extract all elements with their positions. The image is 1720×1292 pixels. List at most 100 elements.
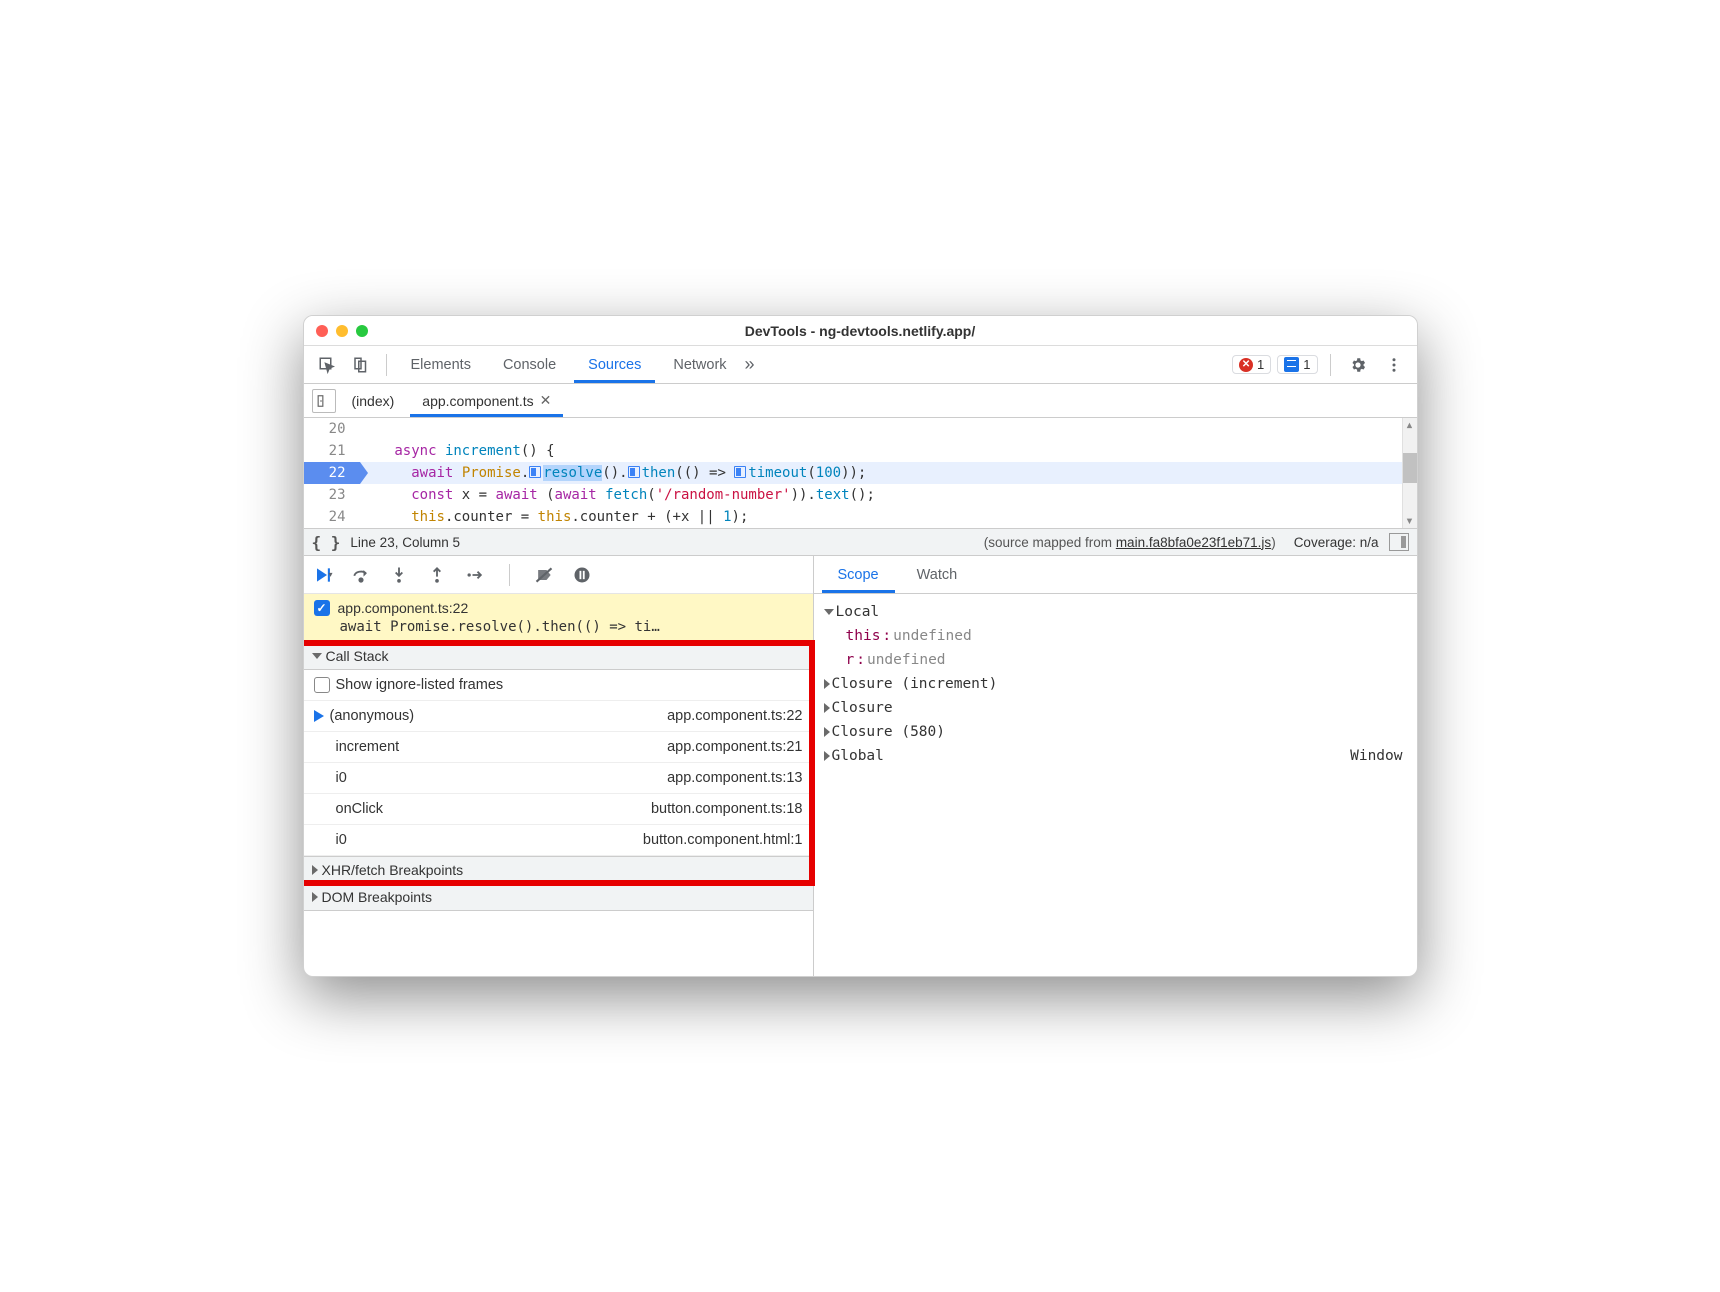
- paused-code-preview: await Promise.resolve().then(() => ti…: [314, 616, 803, 635]
- scrollbar-thumb[interactable]: [1403, 453, 1417, 483]
- step-marker-icon: [734, 466, 746, 478]
- section-xhr-breakpoints[interactable]: XHR/fetch Breakpoints: [304, 856, 813, 884]
- show-sidebar-icon[interactable]: [1389, 533, 1409, 551]
- message-icon: [1284, 357, 1299, 372]
- pause-on-exceptions-icon[interactable]: [572, 565, 592, 585]
- current-frame-arrow-icon: [314, 710, 324, 722]
- minimize-icon[interactable]: [336, 325, 348, 337]
- scope-var[interactable]: r: undefined: [818, 648, 1413, 672]
- more-tabs-chevron-icon[interactable]: »: [745, 351, 755, 379]
- separator: [509, 564, 510, 586]
- tab-sources[interactable]: Sources: [574, 346, 655, 383]
- close-icon[interactable]: ✕: [540, 392, 552, 409]
- file-tab-label: app.component.ts: [422, 393, 533, 409]
- chevron-down-icon: [824, 609, 834, 615]
- messages-badge[interactable]: 1: [1277, 355, 1317, 374]
- step-over-icon[interactable]: [351, 565, 371, 585]
- chevron-right-icon: [824, 679, 830, 689]
- line-number[interactable]: 20: [304, 418, 360, 440]
- scope-var[interactable]: this: undefined: [818, 624, 1413, 648]
- code-line[interactable]: const x = await (await fetch('/random-nu…: [360, 484, 1417, 506]
- scope-closure[interactable]: Closure (increment): [818, 672, 1413, 696]
- call-stack-frame[interactable]: i0 app.component.ts:13: [304, 763, 813, 794]
- source-map-info: (source mapped from main.fa8bfa0e23f1eb7…: [470, 535, 1276, 550]
- frame-function: i0: [336, 832, 637, 848]
- editor-scrollbar[interactable]: ▴ ▾: [1402, 418, 1417, 528]
- tab-scope[interactable]: Scope: [822, 556, 895, 593]
- cursor-position: Line 23, Column 5: [350, 535, 460, 550]
- show-ignore-listed-toggle[interactable]: Show ignore-listed frames: [304, 670, 813, 701]
- source-map-link[interactable]: main.fa8bfa0e23f1eb71.js: [1116, 535, 1271, 550]
- scope-global-value: Window: [1350, 744, 1412, 768]
- scroll-down-icon[interactable]: ▾: [1403, 514, 1417, 528]
- section-call-stack[interactable]: Call Stack: [304, 642, 813, 670]
- tab-console[interactable]: Console: [489, 346, 570, 383]
- scope-local[interactable]: Local: [818, 600, 1413, 624]
- step-out-icon[interactable]: [427, 565, 447, 585]
- scope-watch-tabstrip: Scope Watch: [814, 556, 1417, 594]
- call-stack-frame[interactable]: onClick button.component.ts:18: [304, 794, 813, 825]
- errors-badge[interactable]: ✕ 1: [1232, 355, 1271, 374]
- code-line[interactable]: this.counter = this.counter + (+x || 1);: [360, 506, 1417, 528]
- frame-location[interactable]: app.component.ts:13: [667, 770, 802, 786]
- separator: [1330, 354, 1331, 376]
- paused-at-location[interactable]: app.component.ts:22: [338, 600, 469, 616]
- step-marker-icon: [628, 466, 640, 478]
- line-number[interactable]: 23: [304, 484, 360, 506]
- coverage-status: Coverage: n/a: [1286, 535, 1379, 550]
- show-navigator-icon[interactable]: [312, 389, 336, 413]
- frame-location[interactable]: app.component.ts:21: [667, 739, 802, 755]
- separator: [386, 354, 387, 376]
- frame-function: increment: [336, 739, 662, 755]
- main-toolbar: Elements Console Sources Network » ✕ 1 1: [304, 346, 1417, 384]
- error-icon: ✕: [1239, 358, 1253, 372]
- breakpoint-checkbox[interactable]: [314, 600, 330, 616]
- inspect-element-icon[interactable]: [312, 351, 342, 379]
- pretty-print-icon[interactable]: { }: [312, 533, 341, 552]
- code-editor[interactable]: 20 21 async increment() { 22 await Promi…: [304, 418, 1417, 528]
- step-into-icon[interactable]: [389, 565, 409, 585]
- call-stack-frame[interactable]: increment app.component.ts:21: [304, 732, 813, 763]
- frame-location[interactable]: button.component.ts:18: [651, 801, 803, 817]
- scope-closure[interactable]: Closure: [818, 696, 1413, 720]
- frame-function: i0: [336, 770, 662, 786]
- deactivate-breakpoints-icon[interactable]: [534, 565, 554, 585]
- call-stack-frame[interactable]: (anonymous) app.component.ts:22: [304, 701, 813, 732]
- close-icon[interactable]: [316, 325, 328, 337]
- frame-location[interactable]: app.component.ts:22: [667, 708, 802, 724]
- chevron-right-icon: [824, 727, 830, 737]
- section-dom-breakpoints[interactable]: DOM Breakpoints: [304, 884, 813, 911]
- line-number[interactable]: 24: [304, 506, 360, 528]
- file-tab-strip: (index) app.component.ts ✕: [304, 384, 1417, 418]
- call-stack-frame[interactable]: i0 button.component.html:1: [304, 825, 813, 856]
- scroll-up-icon[interactable]: ▴: [1403, 418, 1417, 432]
- debugger-controls: ▾: [304, 556, 813, 594]
- scope-closure[interactable]: Closure (580): [818, 720, 1413, 744]
- code-line-current[interactable]: await Promise.resolve().then(() => timeo…: [360, 462, 1417, 484]
- scope-tree[interactable]: Local this: undefined r: undefined Closu…: [814, 594, 1417, 774]
- resume-icon[interactable]: ▾: [312, 565, 333, 585]
- tab-watch[interactable]: Watch: [901, 556, 974, 593]
- zoom-icon[interactable]: [356, 325, 368, 337]
- file-tab-app-component[interactable]: app.component.ts ✕: [410, 384, 563, 417]
- frame-function: onClick: [336, 801, 645, 817]
- frame-location[interactable]: button.component.html:1: [643, 832, 803, 848]
- device-toggle-icon[interactable]: [346, 351, 376, 379]
- code-line[interactable]: [360, 418, 1417, 440]
- line-number[interactable]: 21: [304, 440, 360, 462]
- line-number-current[interactable]: 22: [304, 462, 360, 484]
- checkbox-icon[interactable]: [314, 677, 330, 693]
- file-tab-index[interactable]: (index): [340, 384, 407, 417]
- scope-global[interactable]: Global Window: [818, 744, 1413, 768]
- devtools-window: DevTools - ng-devtools.netlify.app/ Elem…: [303, 315, 1418, 977]
- tab-network[interactable]: Network: [659, 346, 740, 383]
- tab-elements[interactable]: Elements: [397, 346, 485, 383]
- chevron-down-icon: [312, 653, 322, 659]
- code-line[interactable]: async increment() {: [360, 440, 1417, 462]
- chevron-right-icon: [824, 751, 830, 761]
- step-icon[interactable]: [465, 565, 485, 585]
- paused-at-box: app.component.ts:22 await Promise.resolv…: [304, 594, 813, 642]
- more-menu-icon[interactable]: [1379, 351, 1409, 379]
- step-marker-icon: [529, 466, 541, 478]
- settings-gear-icon[interactable]: [1343, 351, 1373, 379]
